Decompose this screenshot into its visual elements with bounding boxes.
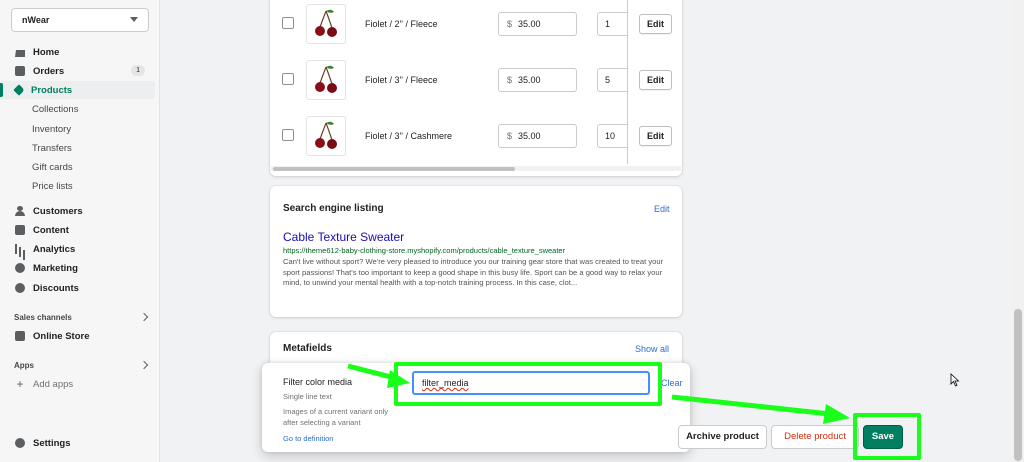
- page-scrollbar[interactable]: [1012, 0, 1024, 462]
- arrowhead-icon: [387, 370, 410, 388]
- arrowhead-icon: [823, 404, 850, 424]
- annotation-arrows: [347, 363, 850, 424]
- page-scrollbar-thumb[interactable]: [1014, 309, 1022, 461]
- arrow-line: [671, 394, 831, 417]
- mouse-cursor-icon: [950, 373, 960, 387]
- arrow-line: [347, 363, 396, 381]
